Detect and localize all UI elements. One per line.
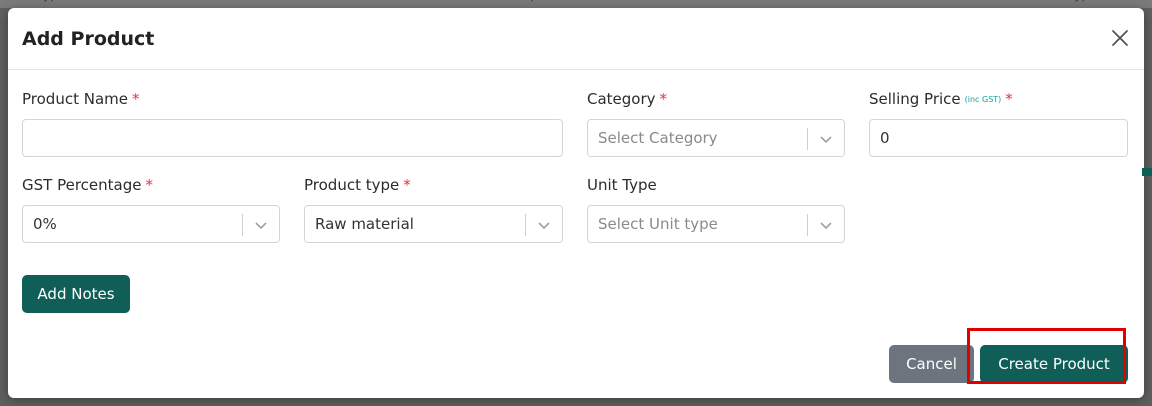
product-name-input[interactable]: [22, 119, 563, 157]
cancel-button[interactable]: Cancel: [889, 345, 974, 383]
unit-type-label: Unit Type: [587, 176, 657, 194]
product-type-label: Product type *: [304, 176, 411, 194]
bg-filter-product-types: oduct Types: [0, 0, 72, 8]
category-label: Category *: [587, 90, 668, 108]
bg-filter-gst: All GST: [757, 0, 800, 8]
select-separator: [525, 214, 526, 236]
required-marker: *: [145, 176, 153, 194]
gst-percentage-label: GST Percentage *: [22, 176, 153, 194]
background-edge: [1142, 168, 1152, 176]
bg-filter-unit-types: All Unit Types: [1022, 0, 1103, 8]
selling-price-label: Selling Price (inc GST) *: [869, 90, 1013, 108]
category-placeholder: Select Category: [598, 129, 718, 147]
select-separator: [807, 214, 808, 236]
add-product-modal: Add Product Product Name * Category * Sele…: [8, 8, 1144, 398]
modal-header: Add Product: [8, 8, 1144, 70]
inc-gst-sublabel: (inc GST): [964, 95, 1002, 104]
chevron-down-icon: [818, 217, 834, 233]
select-separator: [807, 128, 808, 150]
bg-filter-departments: All Departments: [495, 0, 593, 8]
chevron-down-icon: [253, 217, 269, 233]
product-type-select[interactable]: Raw material: [304, 205, 563, 243]
unit-type-select[interactable]: Select Unit type: [587, 205, 845, 243]
gst-percentage-value: 0%: [33, 215, 57, 233]
product-name-label: Product Name *: [22, 90, 140, 108]
modal-title: Add Product: [22, 28, 155, 50]
required-marker: *: [659, 90, 668, 108]
product-type-value: Raw material: [315, 215, 414, 233]
chevron-down-icon: [536, 217, 552, 233]
required-marker: *: [131, 90, 140, 108]
category-select[interactable]: Select Category: [587, 119, 845, 157]
create-product-button[interactable]: Create Product: [980, 345, 1128, 383]
required-marker: *: [1005, 90, 1013, 108]
close-button[interactable]: [1108, 26, 1132, 50]
add-notes-button[interactable]: Add Notes: [22, 275, 130, 313]
background-filter-bar: oduct Types Select... All Departments Al…: [0, 0, 1152, 8]
unit-type-placeholder: Select Unit type: [598, 215, 718, 233]
chevron-down-icon: [818, 131, 834, 147]
bg-filter-select: Select...: [230, 0, 278, 8]
select-separator: [242, 214, 243, 236]
gst-percentage-select[interactable]: 0%: [22, 205, 280, 243]
selling-price-input[interactable]: [869, 119, 1128, 157]
required-marker: *: [403, 176, 411, 194]
close-icon: [1112, 30, 1128, 46]
